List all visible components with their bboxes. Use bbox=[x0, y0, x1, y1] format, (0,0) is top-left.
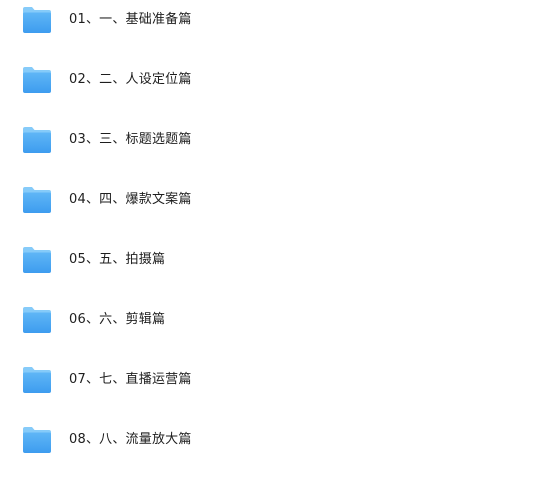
folder-item[interactable]: 04、四、爆款文案篇 bbox=[0, 180, 546, 220]
folder-label: 07、七、直播运营篇 bbox=[69, 372, 192, 387]
folder-label: 05、五、拍摄篇 bbox=[69, 252, 166, 267]
folder-label: 04、四、爆款文案篇 bbox=[69, 192, 192, 207]
folder-item[interactable]: 08、八、流量放大篇 bbox=[0, 420, 546, 460]
folder-item[interactable]: 07、七、直播运营篇 bbox=[0, 360, 546, 400]
folder-item[interactable]: 01、一、基础准备篇 bbox=[0, 0, 546, 40]
folder-item[interactable]: 06、六、剪辑篇 bbox=[0, 300, 546, 340]
folder-item[interactable]: 05、五、拍摄篇 bbox=[0, 240, 546, 280]
folder-icon bbox=[23, 307, 51, 333]
folder-label: 02、二、人设定位篇 bbox=[69, 72, 192, 87]
folder-label: 03、三、标题选题篇 bbox=[69, 132, 192, 147]
folder-label: 01、一、基础准备篇 bbox=[69, 12, 192, 27]
folder-icon bbox=[23, 247, 51, 273]
folder-list: 01、一、基础准备篇 02、二、人设定位篇 03、三、标题选题篇 04、四、爆款… bbox=[0, 0, 546, 491]
folder-label: 06、六、剪辑篇 bbox=[69, 312, 166, 327]
folder-icon bbox=[23, 67, 51, 93]
folder-icon bbox=[23, 7, 51, 33]
folder-item[interactable]: 02、二、人设定位篇 bbox=[0, 60, 546, 100]
folder-item[interactable]: 03、三、标题选题篇 bbox=[0, 120, 546, 160]
folder-icon bbox=[23, 427, 51, 453]
folder-icon bbox=[23, 187, 51, 213]
folder-icon bbox=[23, 367, 51, 393]
folder-icon bbox=[23, 127, 51, 153]
folder-label: 08、八、流量放大篇 bbox=[69, 432, 192, 447]
